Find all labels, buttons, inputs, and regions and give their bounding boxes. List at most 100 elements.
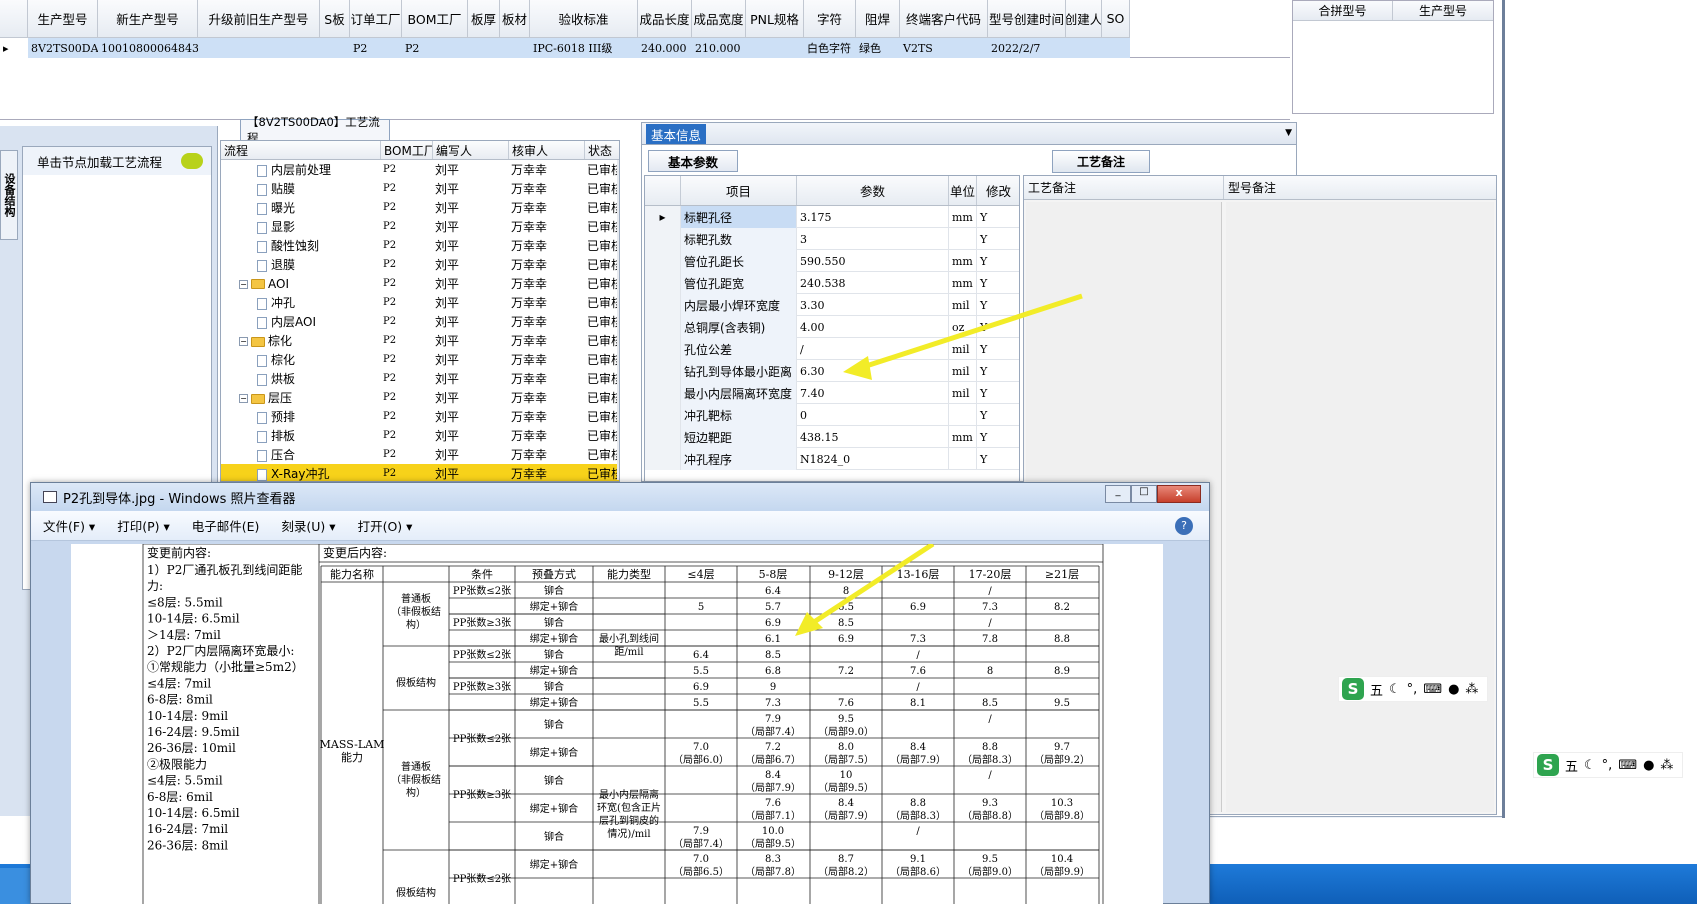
document-text: 6.4 (693, 650, 709, 661)
document-text: PP张数≤2张 (453, 584, 511, 597)
document-text: 普通板 (401, 592, 431, 605)
document-text: 变更后内容: (323, 545, 387, 560)
document-text: / (916, 682, 920, 693)
document-text: MASS-LAM (320, 738, 385, 751)
sogou-icon: S (1342, 678, 1364, 700)
document-text: 假板结构 (396, 886, 436, 899)
document-text: （非假板结 (391, 773, 441, 786)
moon-icon[interactable]: ☾ (1584, 758, 1596, 773)
grid-icon[interactable]: ⁂ (1660, 758, 1673, 773)
document-text: （局部8.8） (962, 809, 1018, 822)
document-text: ≤8层: 5.5mil (147, 595, 223, 609)
document-text: 7.8 (982, 634, 998, 645)
keyboard-icon[interactable]: ⌨ (1618, 758, 1637, 773)
document-text: 情况)/mil (607, 827, 650, 840)
menu-burn[interactable]: 刻录(U) ▾ (281, 516, 335, 535)
document-text: ②极限能力 (147, 757, 207, 771)
document-text: 铆合 (544, 584, 564, 597)
document-text: 1）P2厂通孔板孔到线间距能 (147, 563, 302, 577)
document-text: 铆合 (544, 680, 564, 693)
document-text: 5 (698, 602, 704, 613)
document-text: PP张数≤2张 (453, 872, 511, 885)
ime-toolbar-2[interactable]: S 五 ☾ °, ⌨ ● ⁂ (1533, 752, 1684, 778)
maximize-button[interactable]: □ (1131, 485, 1157, 503)
ime-mode[interactable]: 五 (1370, 680, 1383, 699)
document-text: （局部6.7） (745, 753, 801, 766)
document-text: 8.8 (910, 798, 926, 809)
document-text: 7.9 (693, 826, 709, 837)
document-text: （局部7.9） (745, 781, 801, 794)
document-text: 铆合 (544, 774, 564, 787)
document-text: 10.3 (1051, 798, 1073, 809)
document-text: 6-8层: 6mil (147, 790, 213, 804)
document-text: / (916, 650, 920, 661)
document-text: （局部7.4） (745, 725, 801, 738)
document-text: ≤4层: 5.5mil (147, 774, 223, 788)
arrow-line-upper (859, 293, 1083, 371)
document-text: 8.8 (1054, 634, 1070, 645)
document-text: 铆合 (544, 616, 564, 629)
document-text: 10.0 (762, 826, 784, 837)
document-text: 8.1 (910, 698, 926, 709)
document-text: 力: (147, 579, 163, 593)
document-text: 层孔到铜皮的 (599, 814, 659, 827)
photo-viewer-window[interactable]: P2孔到导体.jpg - Windows 照片查看器 _ □ x 文件(F) ▾… (30, 482, 1210, 904)
document-text: （局部6.5） (673, 865, 729, 878)
document-text: 7.3 (982, 602, 998, 613)
document-text: / (988, 618, 992, 629)
sogou-icon: S (1537, 754, 1559, 776)
document-text: 8.4 (765, 770, 781, 781)
document-text: （局部7.1） (745, 809, 801, 822)
punct-icon[interactable]: °, (1602, 758, 1613, 773)
document-text: PP张数≥3张 (453, 680, 511, 693)
help-icon[interactable]: ? (1175, 517, 1193, 535)
menu-print[interactable]: 打印(P) ▾ (117, 516, 170, 535)
document-text: 9.5 (982, 854, 998, 865)
document-text: 16-24层: 9.5mil (147, 725, 240, 739)
viewer-image: 变更前内容: 变更后内容: 1）P2厂通孔板孔到线间距能 力: ≤8层: 5.5mil 1… (71, 544, 1163, 904)
document-text: 距/mil (614, 646, 643, 658)
document-text: 16-24层: 7mil (147, 822, 228, 836)
document-text: 构） (406, 618, 426, 631)
document-text: 8.0 (838, 742, 854, 753)
document-text: 8.9 (1054, 666, 1070, 677)
document-text: 铆合 (544, 718, 564, 731)
document-text: / (988, 714, 992, 725)
document-text: （局部7.9） (818, 809, 874, 822)
document-text: 条件 (471, 567, 493, 581)
moon-icon[interactable]: ☾ (1389, 682, 1401, 697)
menu-email[interactable]: 电子邮件(E) (192, 516, 260, 535)
document-text: 假板结构 (396, 676, 436, 689)
viewer-titlebar[interactable]: P2孔到导体.jpg - Windows 照片查看器 _ □ x (31, 483, 1209, 511)
ime-mode[interactable]: 五 (1565, 756, 1578, 775)
menu-file[interactable]: 文件(F) ▾ (43, 516, 95, 535)
document-text: 9-12层 (828, 568, 864, 581)
document-text: 9.5 (1054, 698, 1070, 709)
user-icon[interactable]: ● (1643, 758, 1654, 773)
document-text: PP张数≥3张 (453, 616, 511, 629)
document-text: 铆合 (544, 830, 564, 843)
document-text: 绑定+铆合 (530, 858, 578, 871)
punct-icon[interactable]: °, (1407, 682, 1418, 697)
document-text: PP张数≥3张 (453, 788, 511, 801)
document-text: （局部9.5） (818, 781, 874, 794)
document-text: 7.6 (765, 798, 781, 809)
document-text: 变更前内容: (147, 545, 211, 560)
document-text: 10-14层: 9mil (147, 709, 228, 723)
document-text: 7.2 (838, 666, 854, 677)
document-text: 最小孔到线间 (599, 632, 659, 645)
document-text: 8.8 (982, 742, 998, 753)
keyboard-icon[interactable]: ⌨ (1423, 682, 1442, 697)
menu-open[interactable]: 打开(O) ▾ (358, 516, 413, 535)
minimize-button[interactable]: _ (1105, 485, 1131, 503)
document-text: 8.5 (838, 618, 854, 629)
document-text: 能力 (341, 750, 363, 764)
ime-toolbar[interactable]: S 五 ☾ °, ⌨ ● ⁂ (1338, 676, 1489, 702)
document-text: 绑定+铆合 (530, 746, 578, 759)
document-text: 9.3 (982, 798, 998, 809)
grid-icon[interactable]: ⁂ (1465, 682, 1478, 697)
close-button[interactable]: x (1157, 485, 1201, 503)
document-text: 8.7 (838, 854, 854, 865)
user-icon[interactable]: ● (1448, 682, 1459, 697)
document-image: 变更前内容: 变更后内容: 1）P2厂通孔板孔到线间距能力: ≤8层: 5.5mil 1… (142, 544, 1104, 904)
